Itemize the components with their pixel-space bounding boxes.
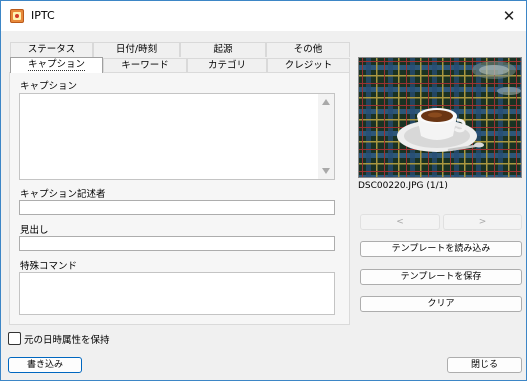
instructions-textarea[interactable] bbox=[19, 272, 335, 315]
scroll-up-icon[interactable] bbox=[322, 99, 330, 105]
keep-date-label: 元の日時属性を保持 bbox=[24, 335, 110, 346]
next-button[interactable]: > bbox=[443, 214, 522, 230]
tab-credit[interactable]: クレジット bbox=[267, 58, 350, 73]
write-button[interactable]: 書き込み bbox=[8, 357, 82, 373]
caption-writer-label: キャプション記述者 bbox=[20, 189, 106, 200]
close-button[interactable]: 閉じる bbox=[447, 357, 522, 373]
tab-category[interactable]: カテゴリ bbox=[187, 58, 267, 73]
caption-label: キャプション bbox=[20, 81, 78, 92]
headline-label: 見出し bbox=[20, 225, 49, 236]
preview-filename: DSC00220.JPG (1/1) bbox=[358, 181, 448, 191]
tab-origin[interactable]: 起源 bbox=[180, 42, 266, 57]
tab-caption-label: キャプション bbox=[27, 59, 85, 71]
preview-photo-graphic bbox=[359, 58, 521, 177]
iptc-dialog: IPTC ✕ ステータス 日付/時刻 起源 その他 キャプション キーワード カ… bbox=[0, 0, 527, 381]
load-template-button[interactable]: テンプレートを読み込み bbox=[360, 241, 522, 257]
prev-button[interactable]: < bbox=[360, 214, 440, 230]
window-title: IPTC bbox=[31, 9, 55, 22]
caption-scrollbar[interactable] bbox=[318, 94, 334, 179]
headline-field[interactable] bbox=[19, 236, 335, 251]
tab-other[interactable]: その他 bbox=[266, 42, 350, 57]
close-icon[interactable]: ✕ bbox=[499, 6, 519, 26]
keep-date-checkbox[interactable] bbox=[8, 332, 21, 345]
caption-textarea[interactable] bbox=[19, 93, 335, 180]
tab-status[interactable]: ステータス bbox=[10, 42, 93, 57]
tab-datetime[interactable]: 日付/時刻 bbox=[93, 42, 180, 57]
caption-writer-field[interactable] bbox=[19, 200, 335, 215]
title-bar: IPTC ✕ bbox=[1, 1, 526, 31]
preview-image bbox=[358, 57, 522, 178]
app-icon bbox=[10, 9, 24, 23]
clear-button[interactable]: クリア bbox=[360, 296, 522, 312]
scroll-down-icon[interactable] bbox=[322, 168, 330, 174]
instructions-label: 特殊コマンド bbox=[20, 261, 78, 272]
save-template-button[interactable]: テンプレートを保存 bbox=[360, 269, 522, 285]
tab-caption[interactable]: キャプション bbox=[10, 57, 103, 73]
tab-keywords[interactable]: キーワード bbox=[103, 58, 187, 73]
